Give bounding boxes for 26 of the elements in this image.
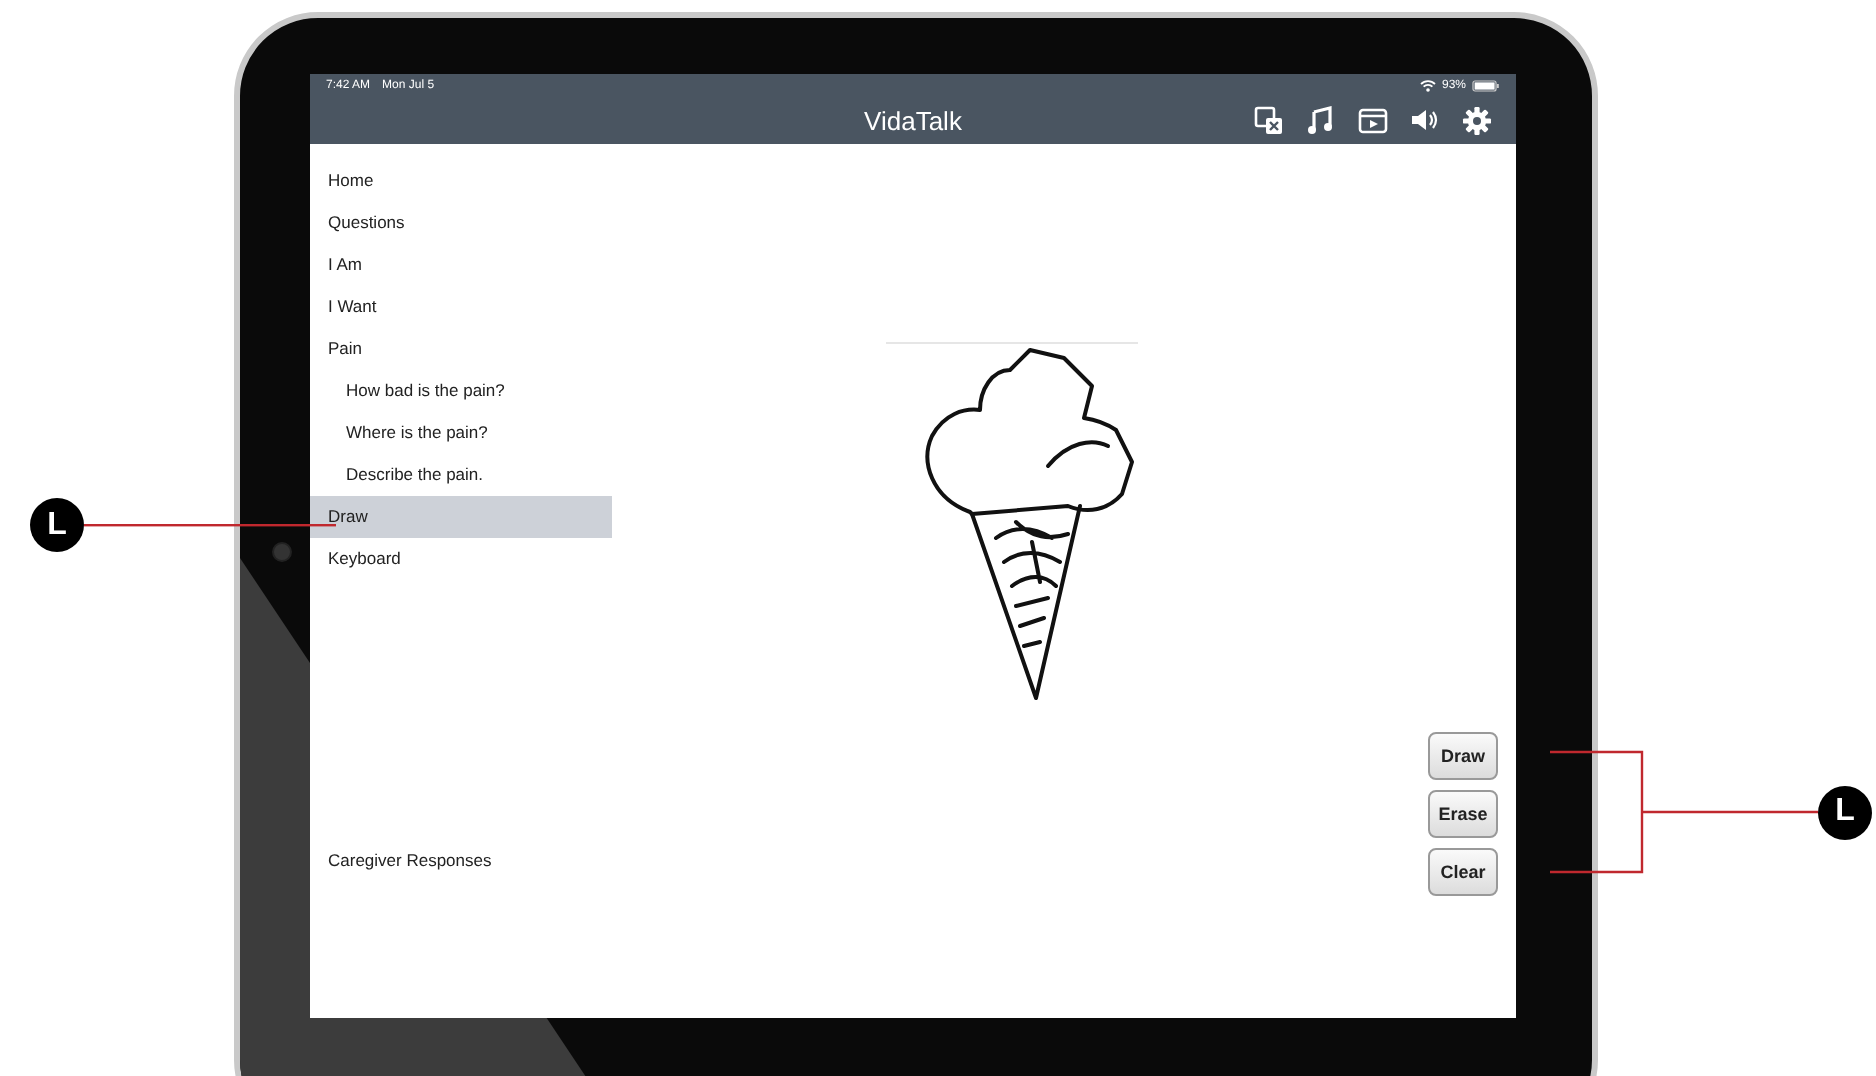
tool-button[interactable]: Draw (1428, 732, 1498, 780)
sidebar-item[interactable]: Where is the pain? (310, 412, 612, 454)
battery-icon (1472, 80, 1500, 92)
sidebar-item[interactable]: Home (310, 160, 612, 202)
settings-icon[interactable] (1462, 106, 1492, 136)
sidebar-item[interactable]: I Want (310, 286, 612, 328)
sidebar-item[interactable]: Draw (310, 496, 612, 538)
app-title: VidaTalk (864, 106, 962, 136)
drawing-canvas[interactable]: Draw Erase Clear (612, 144, 1516, 1018)
sidebar-item[interactable]: Describe the pain. (310, 454, 612, 496)
caregiver-responses-link[interactable]: Caregiver Responses (310, 840, 612, 882)
callout-marker: L (1818, 785, 1872, 839)
music-note-icon[interactable] (1306, 106, 1336, 136)
sidebar-item[interactable]: Questions (310, 202, 612, 244)
sidebar-item[interactable]: How bad is the pain? (310, 370, 612, 412)
camera-icon (272, 542, 292, 562)
callout-marker: L (30, 498, 84, 552)
translate-icon[interactable] (1254, 106, 1284, 136)
sidebar-item[interactable]: Pain (310, 328, 612, 370)
sidebar-item[interactable]: Keyboard (310, 538, 612, 580)
tool-button[interactable]: Erase (1428, 790, 1498, 838)
speaker-icon[interactable] (1410, 106, 1440, 136)
tool-button[interactable]: Clear (1428, 848, 1498, 896)
video-icon[interactable] (1358, 106, 1388, 136)
sidebar-item[interactable]: I Am (310, 244, 612, 286)
wifi-icon (1419, 80, 1436, 92)
